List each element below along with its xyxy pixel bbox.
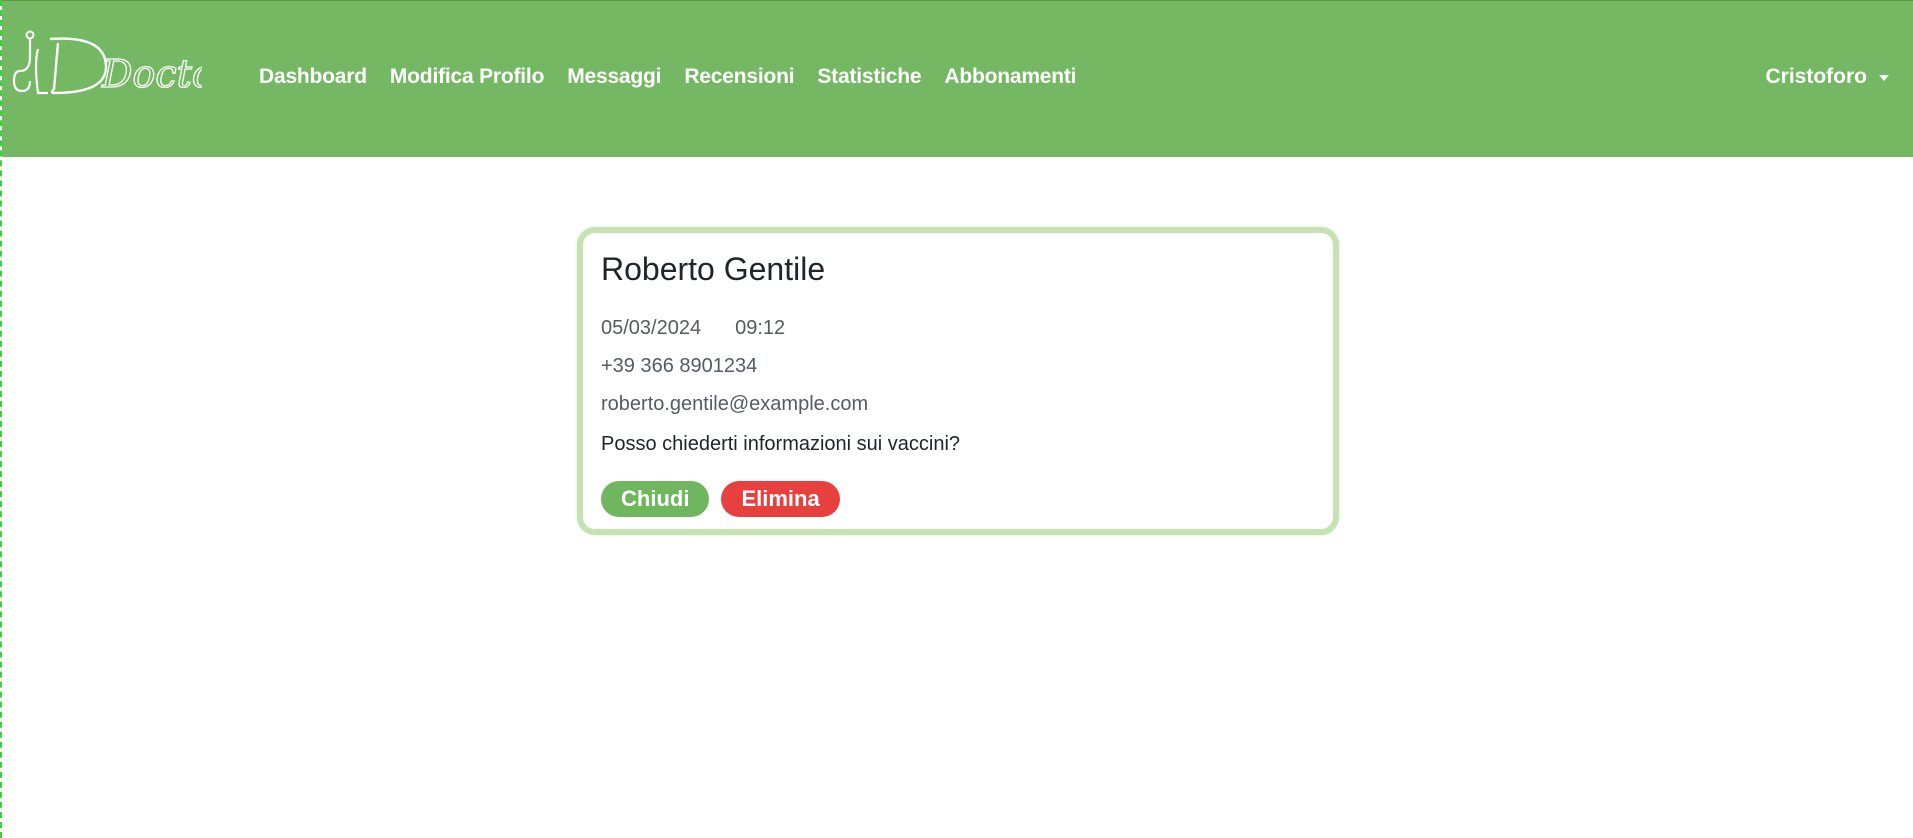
sender-name: Roberto Gentile bbox=[601, 251, 826, 287]
close-button[interactable]: Chiudi bbox=[601, 481, 710, 517]
doctors-logo[interactable]: Doctors bbox=[10, 27, 202, 97]
sender-phone: +39 366 8901234 bbox=[601, 355, 758, 377]
nav-statistiche[interactable]: Statistiche bbox=[817, 65, 921, 89]
nav-modifica-profilo[interactable]: Modifica Profilo bbox=[390, 65, 545, 89]
main-nav: Dashboard Modifica Profilo Messaggi Rece… bbox=[259, 65, 1099, 89]
message-text: Posso chiederti informazioni sui vaccini… bbox=[601, 433, 961, 455]
delete-button[interactable]: Elimina bbox=[721, 481, 840, 517]
user-dropdown[interactable]: Cristoforo bbox=[1765, 65, 1889, 89]
nav-abbonamenti[interactable]: Abbonamenti bbox=[944, 65, 1076, 89]
message-card: Roberto Gentile 05/03/2024 09:12 +39 366 … bbox=[577, 227, 1339, 535]
card-actions: Chiudi Elimina bbox=[601, 481, 840, 517]
message-time: 09:12 bbox=[735, 317, 786, 339]
user-name: Cristoforo bbox=[1765, 65, 1868, 88]
top-navbar: Doctors Dashboard Modifica Profilo Messa… bbox=[2, 0, 1913, 157]
message-date: 05/03/2024 bbox=[601, 317, 702, 339]
sender-email: roberto.gentile@example.com bbox=[601, 393, 869, 415]
nav-dashboard[interactable]: Dashboard bbox=[259, 65, 367, 89]
caret-down-icon bbox=[1879, 75, 1889, 81]
nav-recensioni[interactable]: Recensioni bbox=[684, 65, 794, 89]
page: Doctors Dashboard Modifica Profilo Messa… bbox=[0, 0, 1913, 838]
message-datetime: 05/03/2024 09:12 bbox=[601, 317, 785, 340]
svg-text:Doctors: Doctors bbox=[101, 52, 202, 96]
nav-messaggi[interactable]: Messaggi bbox=[567, 65, 661, 89]
